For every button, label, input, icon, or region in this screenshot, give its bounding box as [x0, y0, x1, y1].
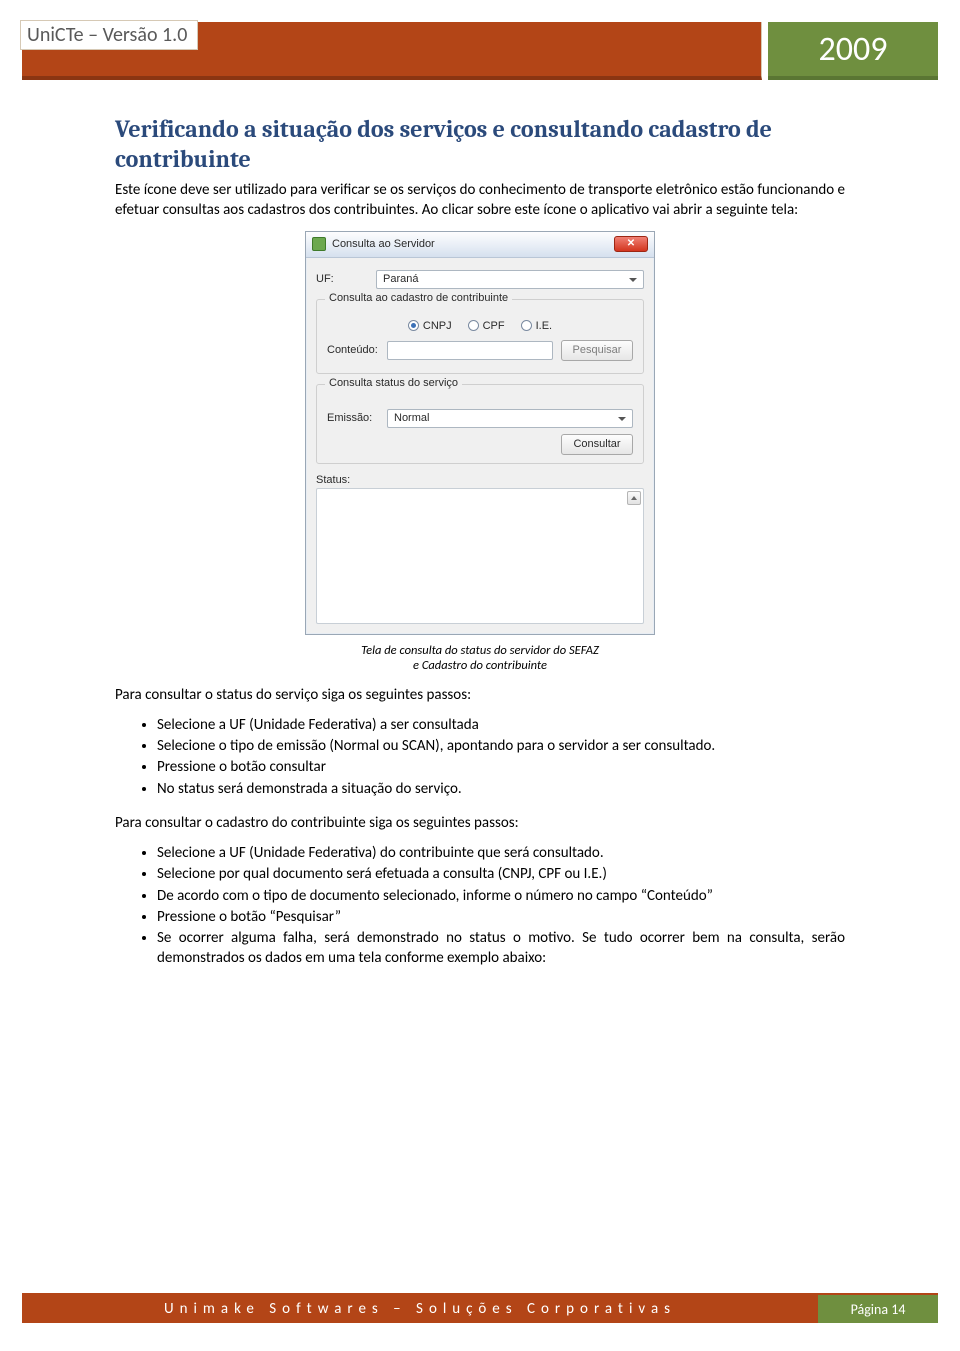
intro-paragraph: Este ícone deve ser utilizado para verif… — [115, 180, 845, 221]
section-heading: Verificando a situação dos serviços e co… — [115, 114, 845, 174]
page-footer: Unimake Softwares – Soluções Corporativa… — [22, 1293, 938, 1323]
radio-cpf[interactable]: CPF — [468, 320, 505, 332]
list-item: Selecione a UF (Unidade Federativa) a se… — [157, 715, 845, 735]
group-status-legend: Consulta status do serviço — [325, 377, 462, 389]
header-year: 2009 — [819, 29, 888, 70]
radio-icon — [468, 320, 479, 331]
footer-company-text: Unimake Softwares – Soluções Corporativa… — [164, 1300, 676, 1318]
page-header: UniCTe – Versão 1.0 2009 — [22, 22, 938, 80]
radio-cnpj[interactable]: CNPJ — [408, 320, 452, 332]
page-content: Verificando a situação dos serviços e co… — [0, 80, 960, 969]
list-item: Se ocorrer alguma falha, será demonstrad… — [157, 928, 845, 969]
radio-ie-label: I.E. — [536, 320, 553, 332]
emissao-value: Normal — [394, 412, 429, 424]
conteudo-label: Conteúdo: — [327, 344, 379, 356]
footer-page-text: Página 14 — [851, 1301, 906, 1318]
caption-line2: e Cadastro do contribuinte — [413, 658, 547, 673]
dialog-body: UF: Paraná Consulta ao cadastro de contr… — [306, 258, 654, 634]
conteudo-row: Conteúdo: Pesquisar — [327, 340, 633, 361]
list-item: No status será demonstrada a situação do… — [157, 779, 845, 799]
pesquisar-button[interactable]: Pesquisar — [561, 340, 633, 361]
consulta-dialog: Consulta ao Servidor ✕ UF: Paraná Consul… — [305, 231, 655, 635]
consultar-button[interactable]: Consultar — [561, 434, 633, 455]
close-icon[interactable]: ✕ — [614, 236, 648, 252]
header-left-bar: UniCTe – Versão 1.0 — [22, 22, 762, 80]
list-item: Pressione o botão “Pesquisar” — [157, 907, 845, 927]
uf-row: UF: Paraná — [316, 270, 644, 289]
list-steps-1: Selecione a UF (Unidade Federativa) a se… — [115, 715, 845, 799]
emissao-label: Emissão: — [327, 412, 379, 424]
caption-line1: Tela de consulta do status do servidor d… — [361, 643, 599, 658]
group-cadastro-legend: Consulta ao cadastro de contribuinte — [325, 292, 512, 304]
uf-value: Paraná — [383, 273, 418, 285]
uf-select[interactable]: Paraná — [376, 270, 644, 289]
header-title: UniCTe – Versão 1.0 — [27, 23, 187, 47]
dialog-screenshot: Consulta ao Servidor ✕ UF: Paraná Consul… — [115, 231, 845, 635]
status-label: Status: — [316, 474, 350, 486]
header-year-box: 2009 — [768, 22, 938, 80]
radio-cnpj-label: CNPJ — [423, 320, 452, 332]
radio-row: CNPJ CPF I.E. — [327, 320, 633, 332]
scroll-up-icon[interactable] — [627, 491, 641, 505]
group-cadastro: Consulta ao cadastro de contribuinte CNP… — [316, 299, 644, 374]
list-item: Selecione por qual documento será efetua… — [157, 864, 845, 884]
para-steps-2: Para consultar o cadastro do contribuint… — [115, 813, 845, 833]
footer-page: Página 14 — [818, 1295, 938, 1323]
status-textarea[interactable] — [316, 488, 644, 624]
list-item: Pressione o botão consultar — [157, 757, 845, 777]
list-steps-2: Selecione a UF (Unidade Federativa) do c… — [115, 843, 845, 969]
consultar-row: Consultar — [327, 434, 633, 455]
figure-caption: Tela de consulta do status do servidor d… — [115, 643, 845, 673]
para-steps-1: Para consultar o status do serviço siga … — [115, 685, 845, 705]
radio-ie[interactable]: I.E. — [521, 320, 553, 332]
radio-icon — [521, 320, 532, 331]
list-item: Selecione o tipo de emissão (Normal ou S… — [157, 736, 845, 756]
emissao-row: Emissão: Normal — [327, 409, 633, 428]
footer-company: Unimake Softwares – Soluções Corporativa… — [22, 1295, 818, 1323]
radio-icon — [408, 320, 419, 331]
status-area: Status: — [316, 474, 644, 624]
dialog-titlebar: Consulta ao Servidor ✕ — [306, 232, 654, 258]
uf-label: UF: — [316, 273, 368, 285]
header-title-box: UniCTe – Versão 1.0 — [20, 20, 198, 50]
radio-cpf-label: CPF — [483, 320, 505, 332]
emissao-select[interactable]: Normal — [387, 409, 633, 428]
app-icon — [312, 237, 326, 251]
conteudo-input[interactable] — [387, 341, 553, 360]
dialog-title: Consulta ao Servidor — [332, 238, 614, 250]
group-status: Consulta status do serviço Emissão: Norm… — [316, 384, 644, 464]
list-item: De acordo com o tipo de documento seleci… — [157, 886, 845, 906]
list-item: Selecione a UF (Unidade Federativa) do c… — [157, 843, 845, 863]
